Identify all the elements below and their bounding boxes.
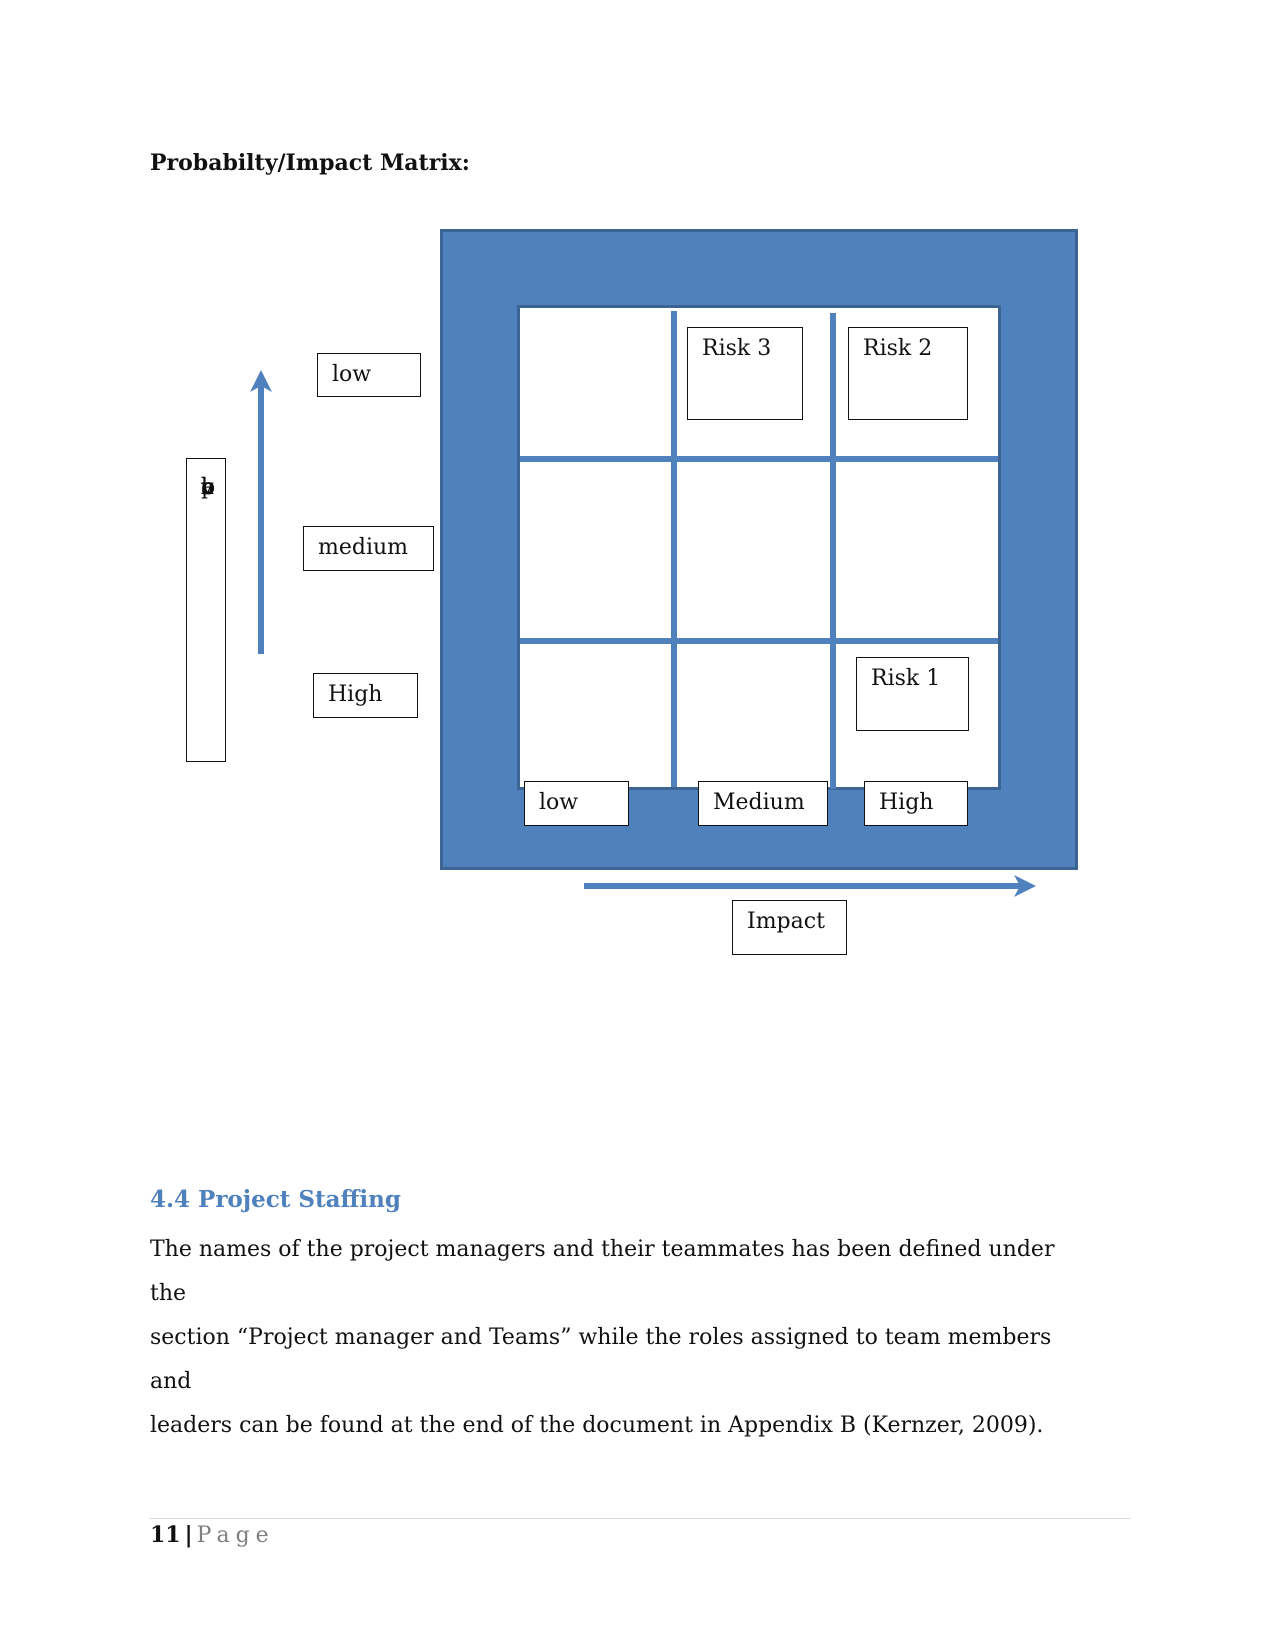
grid-column-divider <box>830 313 836 789</box>
paragraph-line: leaders can be found at the end of the d… <box>150 1413 1044 1438</box>
label-text: low <box>539 790 579 815</box>
risk-label: Risk 2 <box>863 336 933 361</box>
label-text: low <box>332 362 372 387</box>
impact-label-high: High <box>864 781 968 826</box>
probability-arrow-icon <box>250 370 272 654</box>
label-text: medium <box>318 535 409 560</box>
staffing-paragraph: The names of the project managers and th… <box>150 1228 1080 1448</box>
impact-label-medium: Medium <box>698 781 828 826</box>
paragraph-line: The names of the project managers and th… <box>150 1237 1055 1306</box>
page-number: 11 <box>150 1522 181 1548</box>
staffing-heading: 4.4 Project Staffing <box>150 1186 401 1213</box>
probability-label-low: low <box>317 353 421 397</box>
risk-label: Risk 3 <box>702 336 772 361</box>
label-text: Impact <box>747 909 825 934</box>
paragraph-line: section “Project manager and Teams” whil… <box>150 1325 1052 1394</box>
label-text: Medium <box>713 790 805 815</box>
page-footer: 11 | Page <box>150 1522 275 1548</box>
label-text: High <box>879 790 934 815</box>
label-text: High <box>328 682 383 707</box>
probability-label-high: High <box>313 673 418 718</box>
impact-arrow-icon <box>584 875 1036 897</box>
impact-label-low: low <box>524 781 629 826</box>
risk-box-2: Risk 2 <box>848 327 968 420</box>
grid-column-divider <box>671 311 677 787</box>
probability-label-medium: medium <box>303 526 434 571</box>
grid-row-divider <box>520 456 998 462</box>
page-word: Page <box>196 1523 275 1548</box>
grid-row-divider <box>520 638 998 644</box>
risk-box-3: Risk 3 <box>687 327 803 420</box>
impact-axis-label: Impact <box>732 900 847 955</box>
footer-separator: | <box>184 1522 193 1548</box>
risk-box-1: Risk 1 <box>856 657 969 731</box>
footer-divider <box>150 1518 1130 1519</box>
risk-label: Risk 1 <box>871 666 941 691</box>
